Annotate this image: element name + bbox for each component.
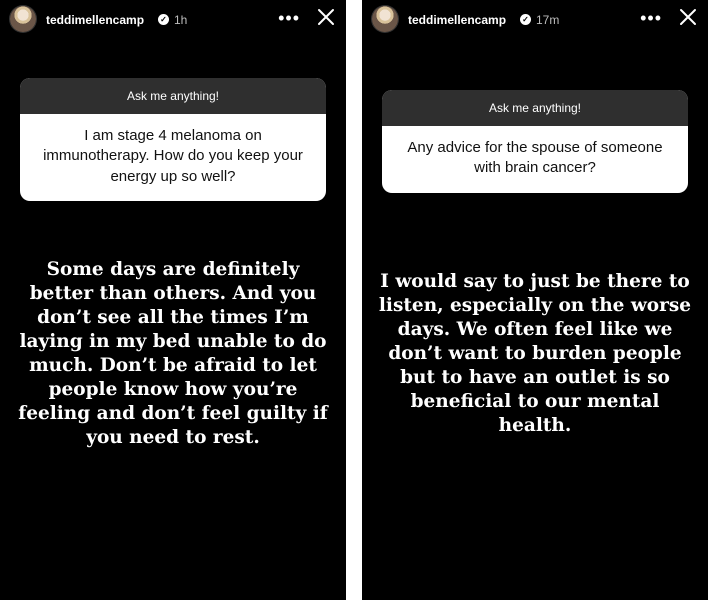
profile-avatar[interactable]	[10, 6, 36, 32]
post-time: 17m	[536, 13, 560, 27]
question-card: Ask me anything! Any advice for the spou…	[382, 90, 688, 193]
story-header: teddimellencamp ✓ 17m •••	[372, 6, 698, 34]
question-text: I am stage 4 melanoma on immunotherapy. …	[43, 127, 303, 185]
answer-text: Some days are definitely better than oth…	[18, 259, 328, 448]
profile-avatar[interactable]	[372, 6, 398, 32]
story-header: teddimellencamp ✓ 1h •••	[10, 6, 336, 34]
username[interactable]: teddimellencamp	[408, 13, 506, 27]
answer-text: I would say to just be there to listen, …	[378, 271, 692, 436]
verified-badge-icon: ✓	[520, 14, 531, 25]
question-header: Ask me anything!	[382, 90, 688, 126]
close-icon[interactable]	[316, 7, 336, 27]
more-options-icon[interactable]: •••	[640, 8, 662, 29]
question-text: Any advice for the spouse of someone wit…	[407, 139, 663, 177]
question-card: Ask me anything! I am stage 4 melanoma o…	[20, 78, 326, 201]
verified-badge-icon: ✓	[158, 14, 169, 25]
more-options-icon[interactable]: •••	[278, 8, 300, 29]
post-time: 1h	[174, 13, 188, 27]
question-header: Ask me anything!	[20, 78, 326, 114]
story-panel-left: teddimellencamp ✓ 1h ••• Ask me anything…	[0, 0, 346, 600]
username[interactable]: teddimellencamp	[46, 13, 144, 27]
story-panel-right: teddimellencamp ✓ 17m ••• Ask me anythin…	[362, 0, 708, 600]
close-icon[interactable]	[678, 7, 698, 27]
